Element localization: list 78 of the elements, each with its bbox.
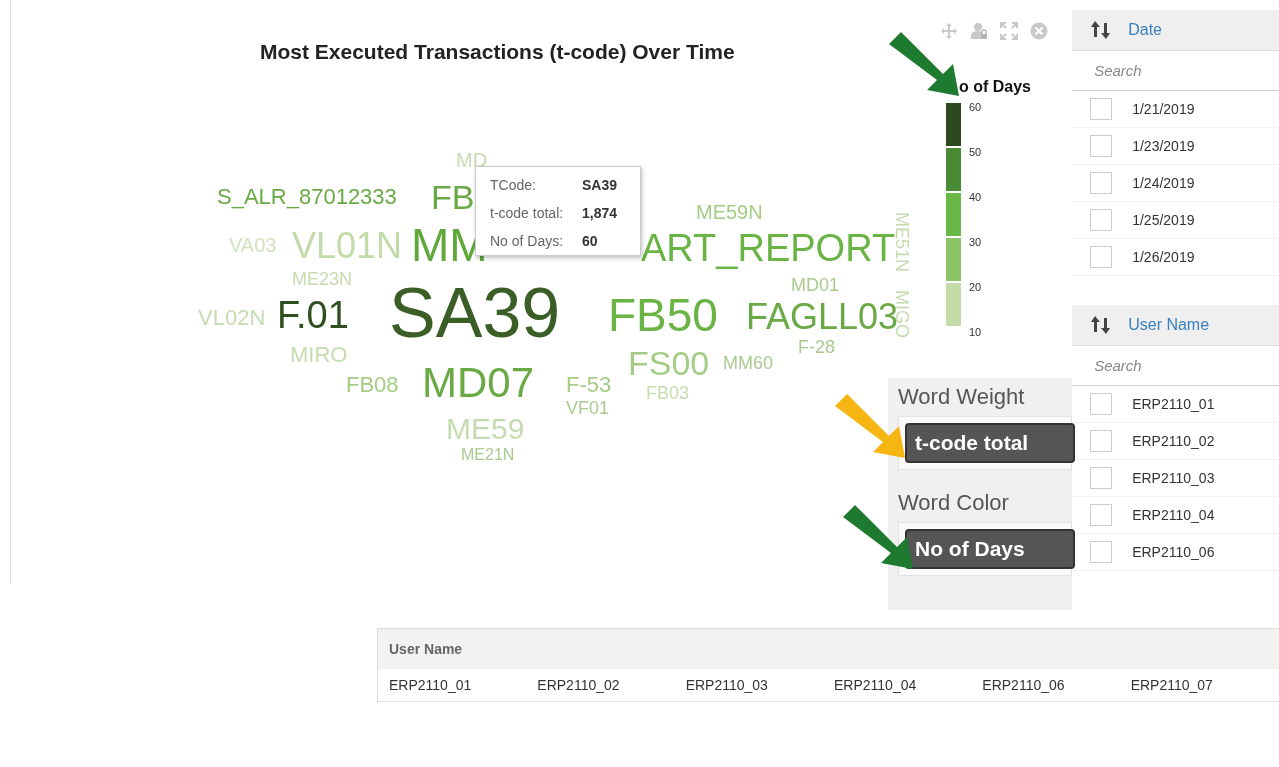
list-item[interactable]: 1/24/2019 xyxy=(1072,165,1279,202)
table-cell-text: ERP2110_02 xyxy=(537,677,621,693)
tooltip-value: SA39 xyxy=(582,177,618,193)
checkbox[interactable] xyxy=(1090,172,1113,194)
chart-title: Most Executed Transactions (t-code) Over Time xyxy=(260,40,736,64)
word-cloud-word: VL01N xyxy=(292,228,403,264)
move-icon[interactable] xyxy=(940,22,958,40)
checkbox[interactable] xyxy=(1090,541,1113,563)
expand-icon[interactable] xyxy=(1000,22,1018,40)
word-cloud-word: FB xyxy=(431,180,475,214)
list-item[interactable]: 1/25/2019 xyxy=(1072,202,1279,239)
dropdown[interactable]: t-code total xyxy=(905,423,1075,463)
checkbox[interactable] xyxy=(1090,393,1113,415)
word-cloud-word: FB08 xyxy=(346,374,399,396)
word-cloud-word: MIRO xyxy=(290,344,348,366)
column-header: User Name xyxy=(389,641,463,657)
list-item[interactable]: ERP2110_03 xyxy=(1072,460,1279,497)
table-cell-text: ERP2110_04 xyxy=(834,677,918,693)
tooltip-label: t-code total: xyxy=(490,205,565,221)
legend-tick-label: 60 xyxy=(969,100,982,114)
dropdown[interactable]: No of Days xyxy=(905,529,1075,569)
word-cloud-word: ME21N xyxy=(461,447,515,463)
word-cloud-word: ART_REPORT xyxy=(641,229,896,267)
word-cloud-word: VF01 xyxy=(566,399,610,417)
legend-tick-label: 50 xyxy=(969,145,982,159)
legend-tick-label: 30 xyxy=(969,235,982,249)
word-cloud-word: MD01 xyxy=(791,276,839,294)
setting-label: Word Color xyxy=(898,490,1010,516)
checkbox[interactable] xyxy=(1090,504,1113,526)
word-cloud-word: FB03 xyxy=(646,384,690,402)
setting-label: Word Weight xyxy=(898,384,1026,410)
word-cloud-word: MD xyxy=(456,150,488,170)
word-cloud-word: ME51N xyxy=(893,212,911,273)
checkbox[interactable] xyxy=(1090,246,1113,268)
list-item[interactable]: ERP2110_02 xyxy=(1072,423,1279,460)
word-cloud-word: VL02N xyxy=(198,307,266,329)
list-item[interactable]: 1/26/2019 xyxy=(1072,239,1279,276)
word-cloud-word: ME59 xyxy=(446,414,525,444)
user-lock-icon[interactable] xyxy=(970,22,988,40)
sort-icon[interactable] xyxy=(1090,20,1113,40)
word-cloud-word: F.01 xyxy=(277,296,349,334)
checkbox[interactable] xyxy=(1090,430,1113,452)
sort-icon[interactable] xyxy=(1090,315,1113,335)
legend-title: o of Days xyxy=(959,78,1031,96)
word-cloud-word: F-28 xyxy=(798,338,835,356)
close-icon[interactable] xyxy=(1030,22,1048,40)
word-cloud-word: VA03 xyxy=(229,235,277,255)
word-cloud-word: FB50 xyxy=(608,292,718,338)
word-cloud-word: S_ALR_87012333 xyxy=(217,186,397,208)
list-item[interactable]: 1/23/2019 xyxy=(1072,128,1279,165)
tooltip-value: 60 xyxy=(582,233,598,249)
list-item[interactable]: ERP2110_01 xyxy=(1072,386,1279,423)
legend-tick-label: 40 xyxy=(969,190,982,204)
checkbox[interactable] xyxy=(1090,467,1113,489)
table-cell-text: ERP2110_06 xyxy=(982,677,1066,693)
word-cloud-word: FS00 xyxy=(628,346,710,380)
word-cloud-word: MD07 xyxy=(422,362,535,404)
list-item[interactable]: ERP2110_04 xyxy=(1072,497,1279,534)
tooltip-label: TCode: xyxy=(490,177,537,193)
table-cell-text: ERP2110_01 xyxy=(389,677,473,693)
word-cloud-word: F-53 xyxy=(566,374,612,396)
tooltip-value: 1,874 xyxy=(582,205,618,221)
list-item[interactable]: ERP2110_06 xyxy=(1072,534,1279,571)
checkbox[interactable] xyxy=(1090,135,1113,157)
legend-tick-label: 10 xyxy=(969,325,982,339)
word-cloud-word: SA39 xyxy=(389,278,561,348)
checkbox[interactable] xyxy=(1090,209,1113,231)
word-cloud-word: ME59N xyxy=(696,202,763,222)
word-cloud-word: MM60 xyxy=(723,354,773,372)
filter-title[interactable]: Date xyxy=(1128,21,1162,39)
word-cloud-word: ME23N xyxy=(292,270,353,288)
list-item[interactable]: 1/21/2019 xyxy=(1072,91,1279,128)
filter-title[interactable]: User Name xyxy=(1128,316,1210,334)
legend-tick-label: 20 xyxy=(969,280,982,294)
tooltip-label: No of Days: xyxy=(490,233,565,249)
checkbox[interactable] xyxy=(1090,98,1113,120)
table-cell-text: ERP2110_07 xyxy=(1130,677,1214,693)
table-cell-text: ERP2110_03 xyxy=(685,677,769,693)
